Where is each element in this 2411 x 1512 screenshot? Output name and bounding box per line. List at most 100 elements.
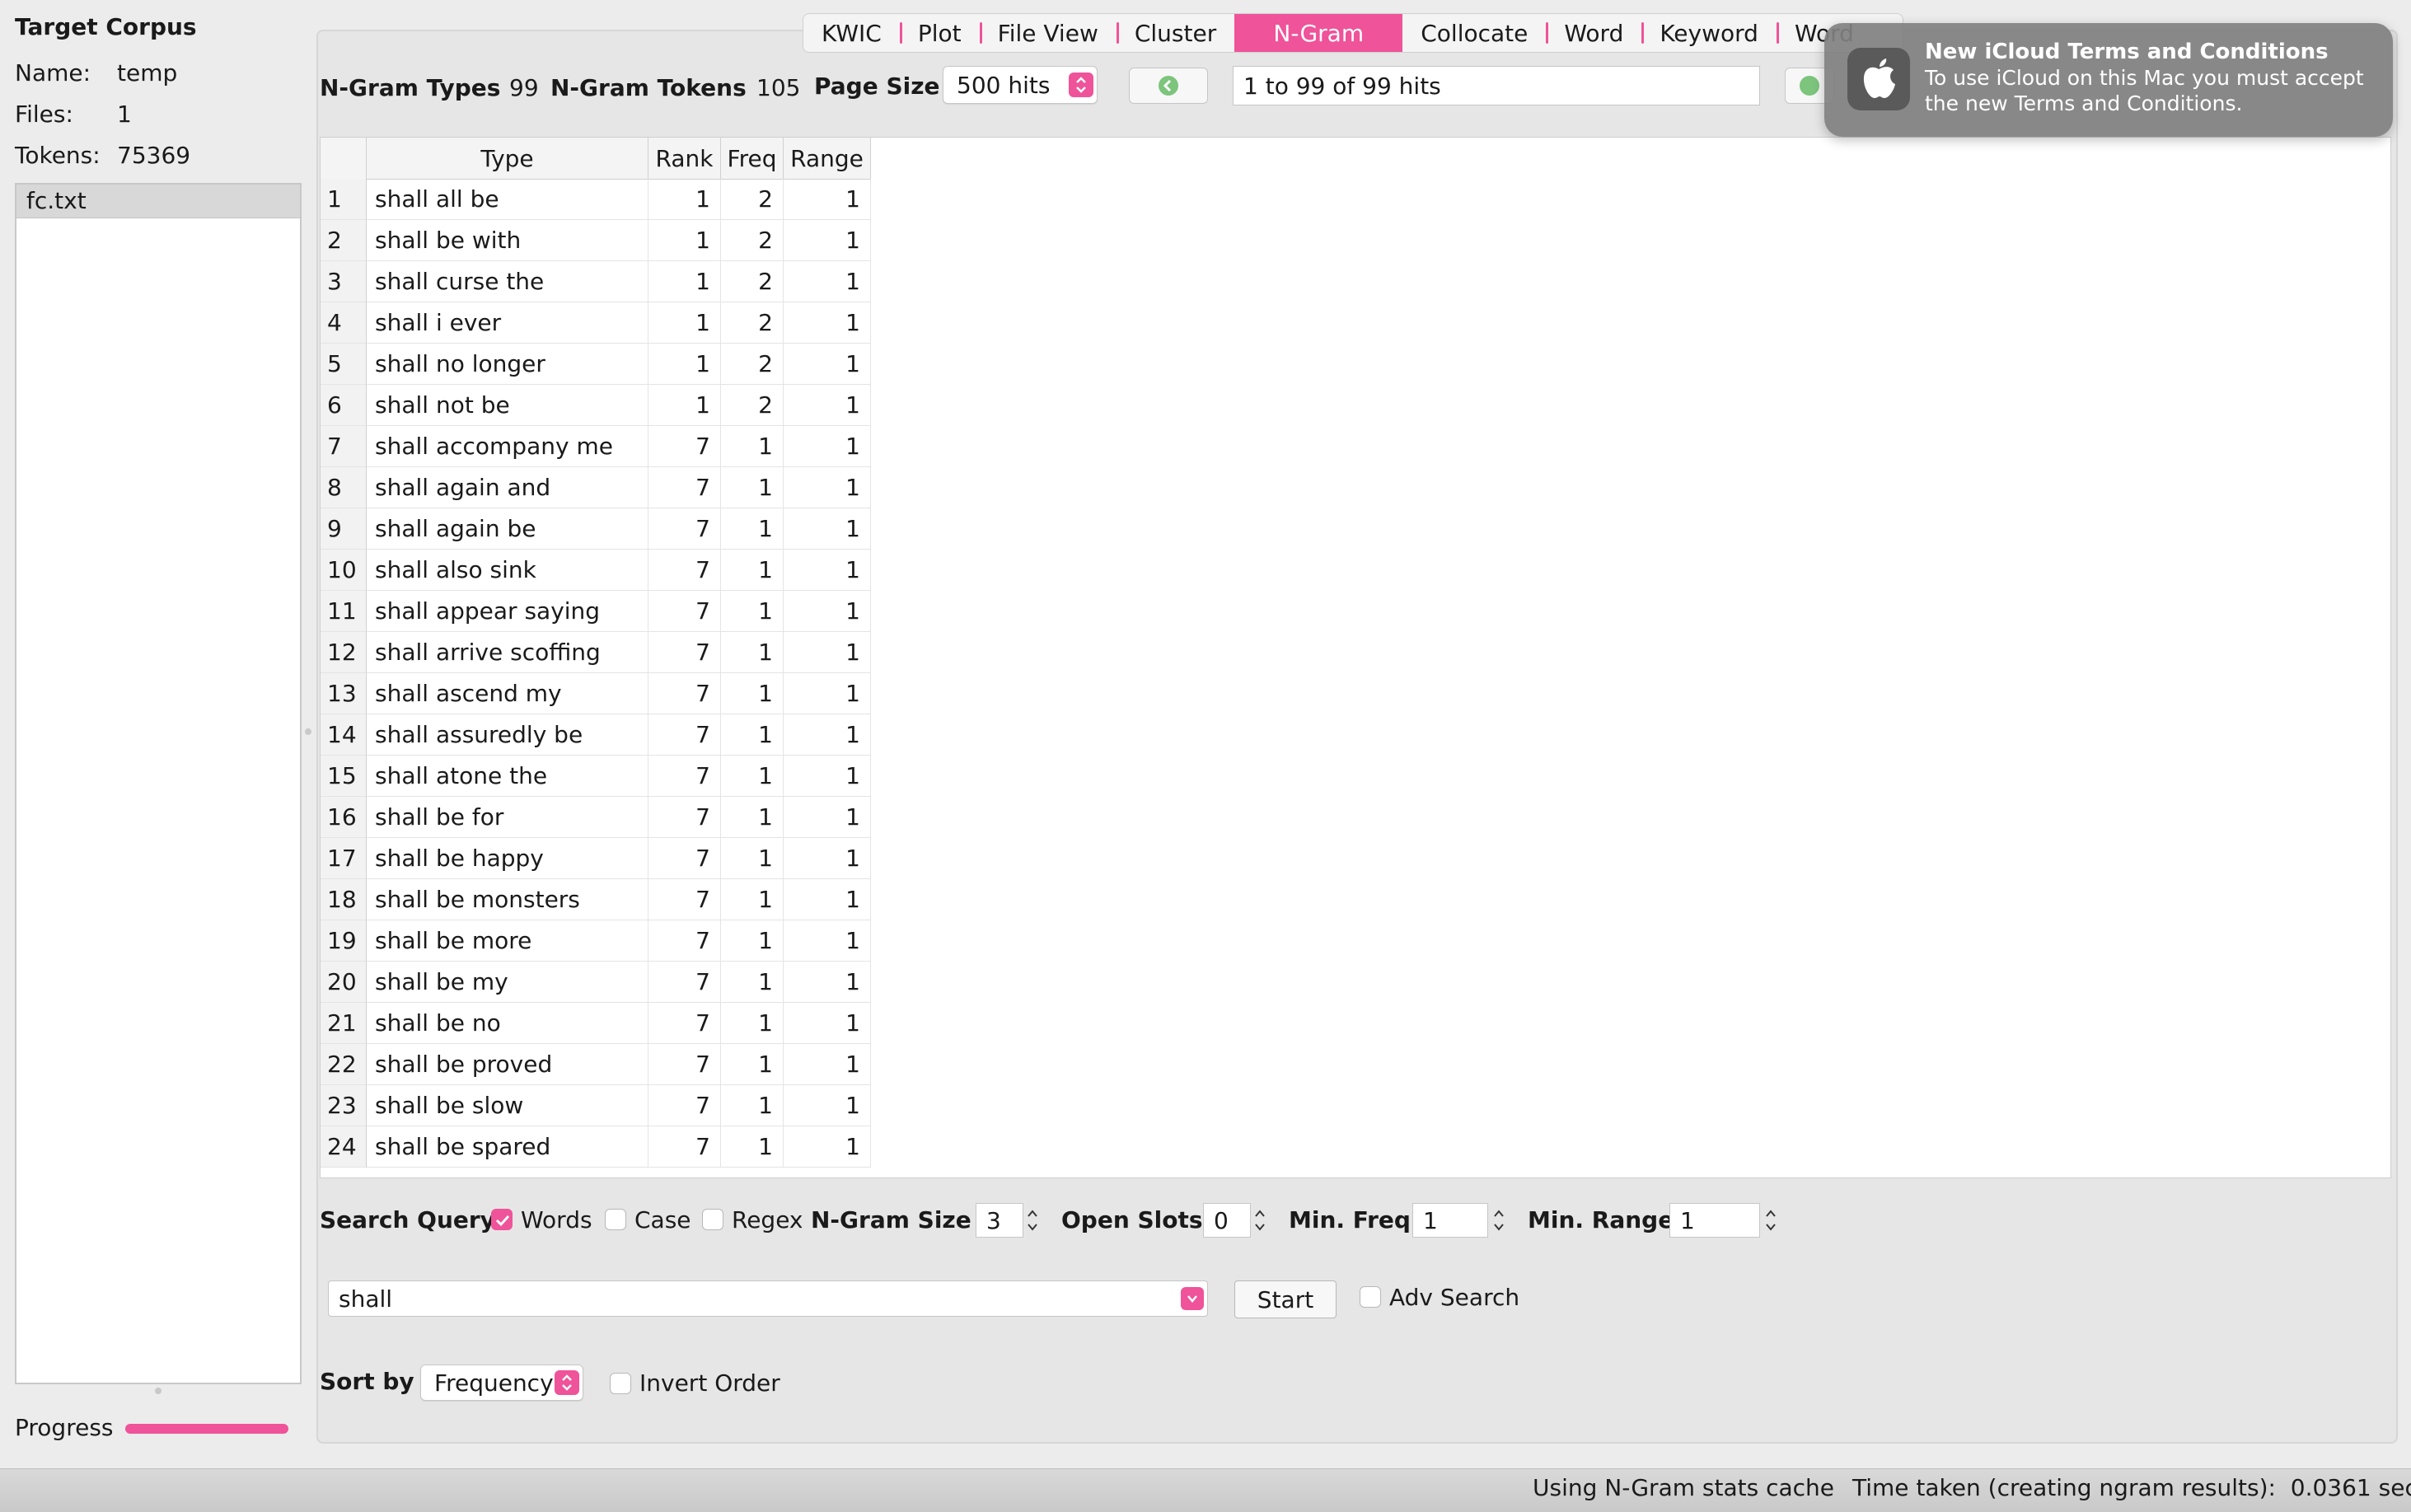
range-cell: 1 — [784, 714, 871, 756]
table-row[interactable]: 17 shall be happy 7 1 1 — [321, 838, 871, 879]
min-freq-stepper[interactable] — [1490, 1204, 1508, 1237]
table-row[interactable]: 15 shall atone the 7 1 1 — [321, 756, 871, 797]
type-cell: shall again and — [367, 467, 648, 508]
table-row[interactable]: 9 shall again be 7 1 1 — [321, 508, 871, 550]
tab-plot[interactable]: Plot — [899, 14, 980, 52]
invert-order-checkbox[interactable] — [610, 1373, 631, 1394]
range-cell: 1 — [784, 1085, 871, 1126]
table-row[interactable]: 11 shall appear saying 7 1 1 — [321, 591, 871, 632]
tab-collocate[interactable]: Collocate — [1402, 14, 1546, 52]
type-cell: shall not be — [367, 385, 648, 426]
table-row[interactable]: 19 shall be more 7 1 1 — [321, 920, 871, 962]
rank-cell: 7 — [648, 673, 721, 714]
table-row[interactable]: 10 shall also sink 7 1 1 — [321, 550, 871, 591]
table-row[interactable]: 12 shall arrive scoffing 7 1 1 — [321, 632, 871, 673]
table-row[interactable]: 6 shall not be 1 2 1 — [321, 385, 871, 426]
table-row[interactable]: 13 shall ascend my 7 1 1 — [321, 673, 871, 714]
corpus-name-value: temp — [117, 59, 178, 87]
rank-cell: 7 — [648, 1085, 721, 1126]
table-body: 1 shall all be 1 2 1 2 shall be with 1 2 1 3 shall … — [321, 179, 871, 1168]
hits-range-field[interactable]: 1 to 99 of 99 hits — [1233, 66, 1760, 105]
stepper-icon — [1494, 1210, 1504, 1231]
tab-n-gram[interactable]: N-Gram — [1234, 14, 1403, 52]
freq-cell: 1 — [721, 797, 784, 838]
freq-cell: 1 — [721, 591, 784, 632]
min-freq-field[interactable]: 1 — [1412, 1203, 1488, 1238]
type-cell: shall atone the — [367, 756, 648, 797]
table-row[interactable]: 5 shall no longer 1 2 1 — [321, 344, 871, 385]
tab-cluster[interactable]: Cluster — [1116, 14, 1234, 52]
table-row[interactable]: 16 shall be for 7 1 1 — [321, 797, 871, 838]
sort-by-select[interactable]: Frequency — [420, 1365, 583, 1401]
rank-cell: 1 — [648, 385, 721, 426]
type-cell: shall accompany me — [367, 426, 648, 467]
icloud-notification[interactable]: New iCloud Terms and Conditions To use i… — [1824, 23, 2393, 137]
rank-cell: 7 — [648, 714, 721, 756]
tab-file-view[interactable]: File View — [979, 14, 1117, 52]
split-handle-icon[interactable] — [305, 728, 311, 735]
row-index-cell: 18 — [321, 879, 367, 920]
freq-cell: 2 — [721, 220, 784, 261]
split-handle-icon[interactable] — [155, 1388, 162, 1394]
type-cell: shall i ever — [367, 302, 648, 344]
rank-cell: 7 — [648, 1003, 721, 1044]
table-row[interactable]: 24 shall be spared 7 1 1 — [321, 1126, 871, 1168]
table-row[interactable]: 18 shall be monsters 7 1 1 — [321, 879, 871, 920]
notification-line-2: the new Terms and Conditions. — [1925, 91, 2243, 115]
range-cell: 1 — [784, 179, 871, 220]
column-header-range[interactable]: Range — [784, 138, 871, 179]
column-header-freq[interactable]: Freq — [721, 138, 784, 179]
row-index-cell: 24 — [321, 1126, 367, 1168]
open-slots-field[interactable]: 0 — [1203, 1203, 1251, 1238]
table-row[interactable]: 4 shall i ever 1 2 1 — [321, 302, 871, 344]
dropdown-chevron-icon[interactable] — [1181, 1287, 1204, 1310]
rank-cell: 7 — [648, 756, 721, 797]
words-checkbox[interactable] — [491, 1209, 513, 1230]
table-row[interactable]: 22 shall be proved 7 1 1 — [321, 1044, 871, 1085]
ngram-size-field[interactable]: 3 — [976, 1203, 1023, 1238]
corpus-file-list[interactable]: fc.txt — [15, 183, 302, 1384]
column-header-type[interactable]: Type — [367, 138, 648, 179]
row-index-cell: 20 — [321, 962, 367, 1003]
rank-cell: 7 — [648, 1044, 721, 1085]
tab-kwic[interactable]: KWIC — [803, 14, 900, 52]
corpus-file-item[interactable]: fc.txt — [16, 185, 300, 218]
page-size-select[interactable]: 500 hits — [943, 66, 1098, 104]
table-row[interactable]: 20 shall be my 7 1 1 — [321, 962, 871, 1003]
adv-search-checkbox[interactable] — [1360, 1286, 1381, 1308]
type-cell: shall again be — [367, 508, 648, 550]
results-table[interactable]: Type Rank Freq Range 1 shall all be 1 2 1 2 sh… — [320, 137, 2391, 1178]
freq-cell: 1 — [721, 714, 784, 756]
ngram-size-stepper[interactable] — [1023, 1204, 1042, 1237]
table-row[interactable]: 3 shall curse the 1 2 1 — [321, 261, 871, 302]
regex-label: Regex — [732, 1206, 803, 1233]
corpus-heading: Target Corpus — [15, 13, 197, 40]
start-button[interactable]: Start — [1234, 1280, 1337, 1318]
table-row[interactable]: 7 shall accompany me 7 1 1 — [321, 426, 871, 467]
status-time-text: Time taken (creating ngram results): 0.0… — [1852, 1474, 2411, 1501]
rank-cell: 7 — [648, 426, 721, 467]
search-term-input[interactable]: shall — [328, 1280, 1208, 1317]
table-row[interactable]: 14 shall assuredly be 7 1 1 — [321, 714, 871, 756]
table-row[interactable]: 1 shall all be 1 2 1 — [321, 179, 871, 220]
status-cache-text: Using N-Gram stats cache — [1533, 1474, 1835, 1501]
min-range-field[interactable]: 1 — [1669, 1203, 1760, 1238]
invert-order-label: Invert Order — [639, 1369, 780, 1397]
column-header-rank[interactable]: Rank — [648, 138, 721, 179]
open-slots-stepper[interactable] — [1251, 1204, 1269, 1237]
range-cell: 1 — [784, 1126, 871, 1168]
table-row[interactable]: 23 shall be slow 7 1 1 — [321, 1085, 871, 1126]
tab-bar: KWIC Plot File View Cluster N-Gram Collo… — [803, 13, 1903, 53]
tab-word[interactable]: Word — [1546, 14, 1641, 52]
freq-cell: 2 — [721, 385, 784, 426]
regex-checkbox[interactable] — [702, 1209, 723, 1230]
tab-keyword[interactable]: Keyword — [1641, 14, 1777, 52]
row-index-cell: 3 — [321, 261, 367, 302]
case-checkbox[interactable] — [605, 1209, 626, 1230]
table-row[interactable]: 2 shall be with 1 2 1 — [321, 220, 871, 261]
previous-page-button[interactable] — [1129, 68, 1208, 104]
min-range-stepper[interactable] — [1762, 1204, 1780, 1237]
table-row[interactable]: 21 shall be no 7 1 1 — [321, 1003, 871, 1044]
table-row[interactable]: 8 shall again and 7 1 1 — [321, 467, 871, 508]
ngram-size-label: N-Gram Size — [811, 1206, 971, 1233]
